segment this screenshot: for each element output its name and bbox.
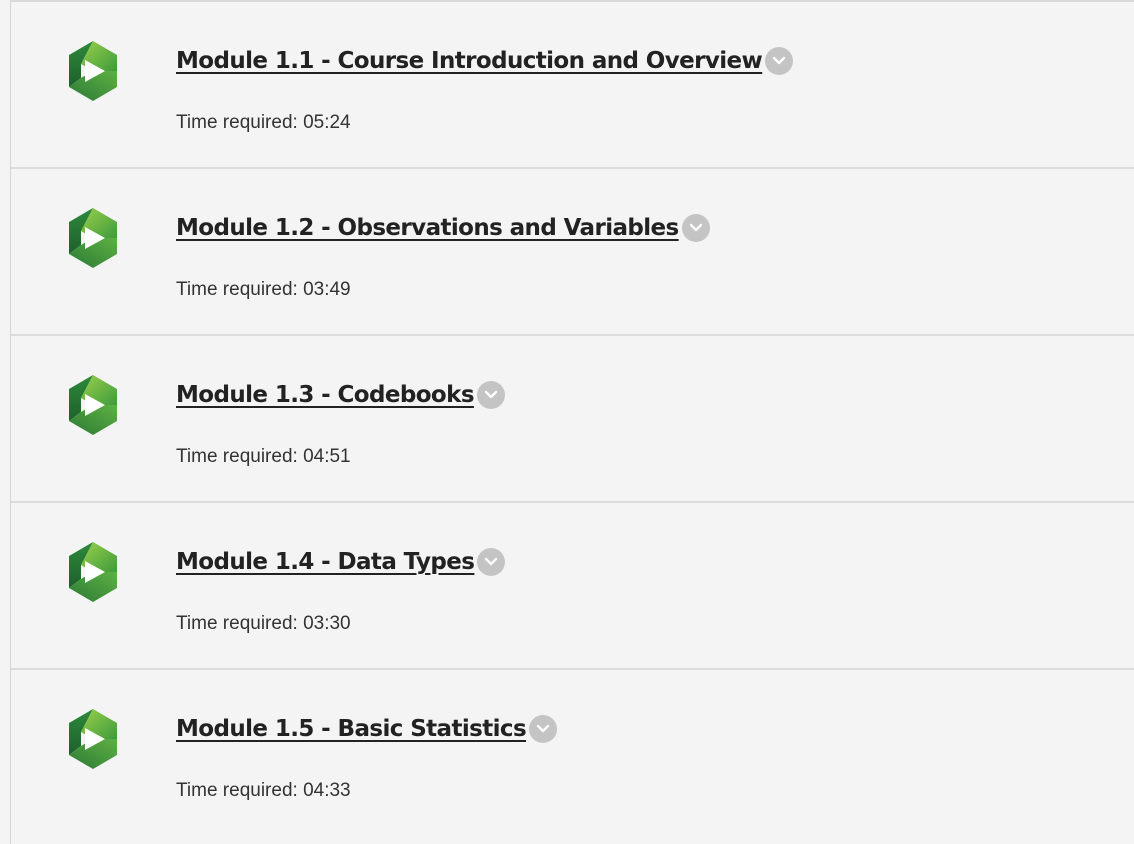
module-list: Module 1.1 - Course Introduction and Ove… <box>10 0 1134 844</box>
chevron-down-icon <box>536 724 550 733</box>
options-menu-button[interactable] <box>477 548 506 576</box>
list-item: Module 1.5 - Basic Statistics Time requi… <box>11 670 1134 837</box>
title-row: Module 1.5 - Basic Statistics <box>176 715 558 743</box>
module-title-link[interactable]: Module 1.2 - Observations and Variables <box>176 215 679 241</box>
panopto-play-icon[interactable] <box>65 373 121 437</box>
chevron-down-icon <box>689 223 702 232</box>
options-menu-button[interactable] <box>529 715 558 743</box>
chevron-down-icon <box>484 390 498 399</box>
time-required-text: Time required: 05:24 <box>176 112 351 133</box>
panopto-play-icon[interactable] <box>65 206 121 270</box>
module-title-link[interactable]: Module 1.4 - Data Types <box>176 549 475 575</box>
panopto-play-icon[interactable] <box>65 707 121 771</box>
list-item: Module 1.3 - Codebooks Time required: 04… <box>11 336 1134 503</box>
options-menu-button[interactable] <box>681 214 710 242</box>
module-title-link[interactable]: Module 1.5 - Basic Statistics <box>176 716 527 742</box>
time-required-text: Time required: 03:30 <box>176 613 351 634</box>
title-row: Module 1.3 - Codebooks <box>176 381 505 409</box>
title-row: Module 1.4 - Data Types <box>176 548 506 576</box>
list-item: Module 1.1 - Course Introduction and Ove… <box>11 2 1134 169</box>
panopto-play-icon[interactable] <box>65 39 121 103</box>
time-required-text: Time required: 04:33 <box>176 780 351 801</box>
chevron-down-icon <box>773 56 786 65</box>
options-menu-button[interactable] <box>765 47 794 75</box>
title-row: Module 1.2 - Observations and Variables <box>176 214 710 242</box>
options-menu-button[interactable] <box>476 381 505 409</box>
time-required-text: Time required: 04:51 <box>176 446 351 467</box>
title-row: Module 1.1 - Course Introduction and Ove… <box>176 47 794 75</box>
module-title-link[interactable]: Module 1.3 - Codebooks <box>176 382 475 408</box>
list-item: Module 1.4 - Data Types Time required: 0… <box>11 503 1134 670</box>
list-item: Module 1.2 - Observations and Variables … <box>11 169 1134 336</box>
time-required-text: Time required: 03:49 <box>176 279 351 300</box>
module-title-link[interactable]: Module 1.1 - Course Introduction and Ove… <box>176 48 763 74</box>
chevron-down-icon <box>485 557 498 566</box>
panopto-play-icon[interactable] <box>65 540 121 604</box>
